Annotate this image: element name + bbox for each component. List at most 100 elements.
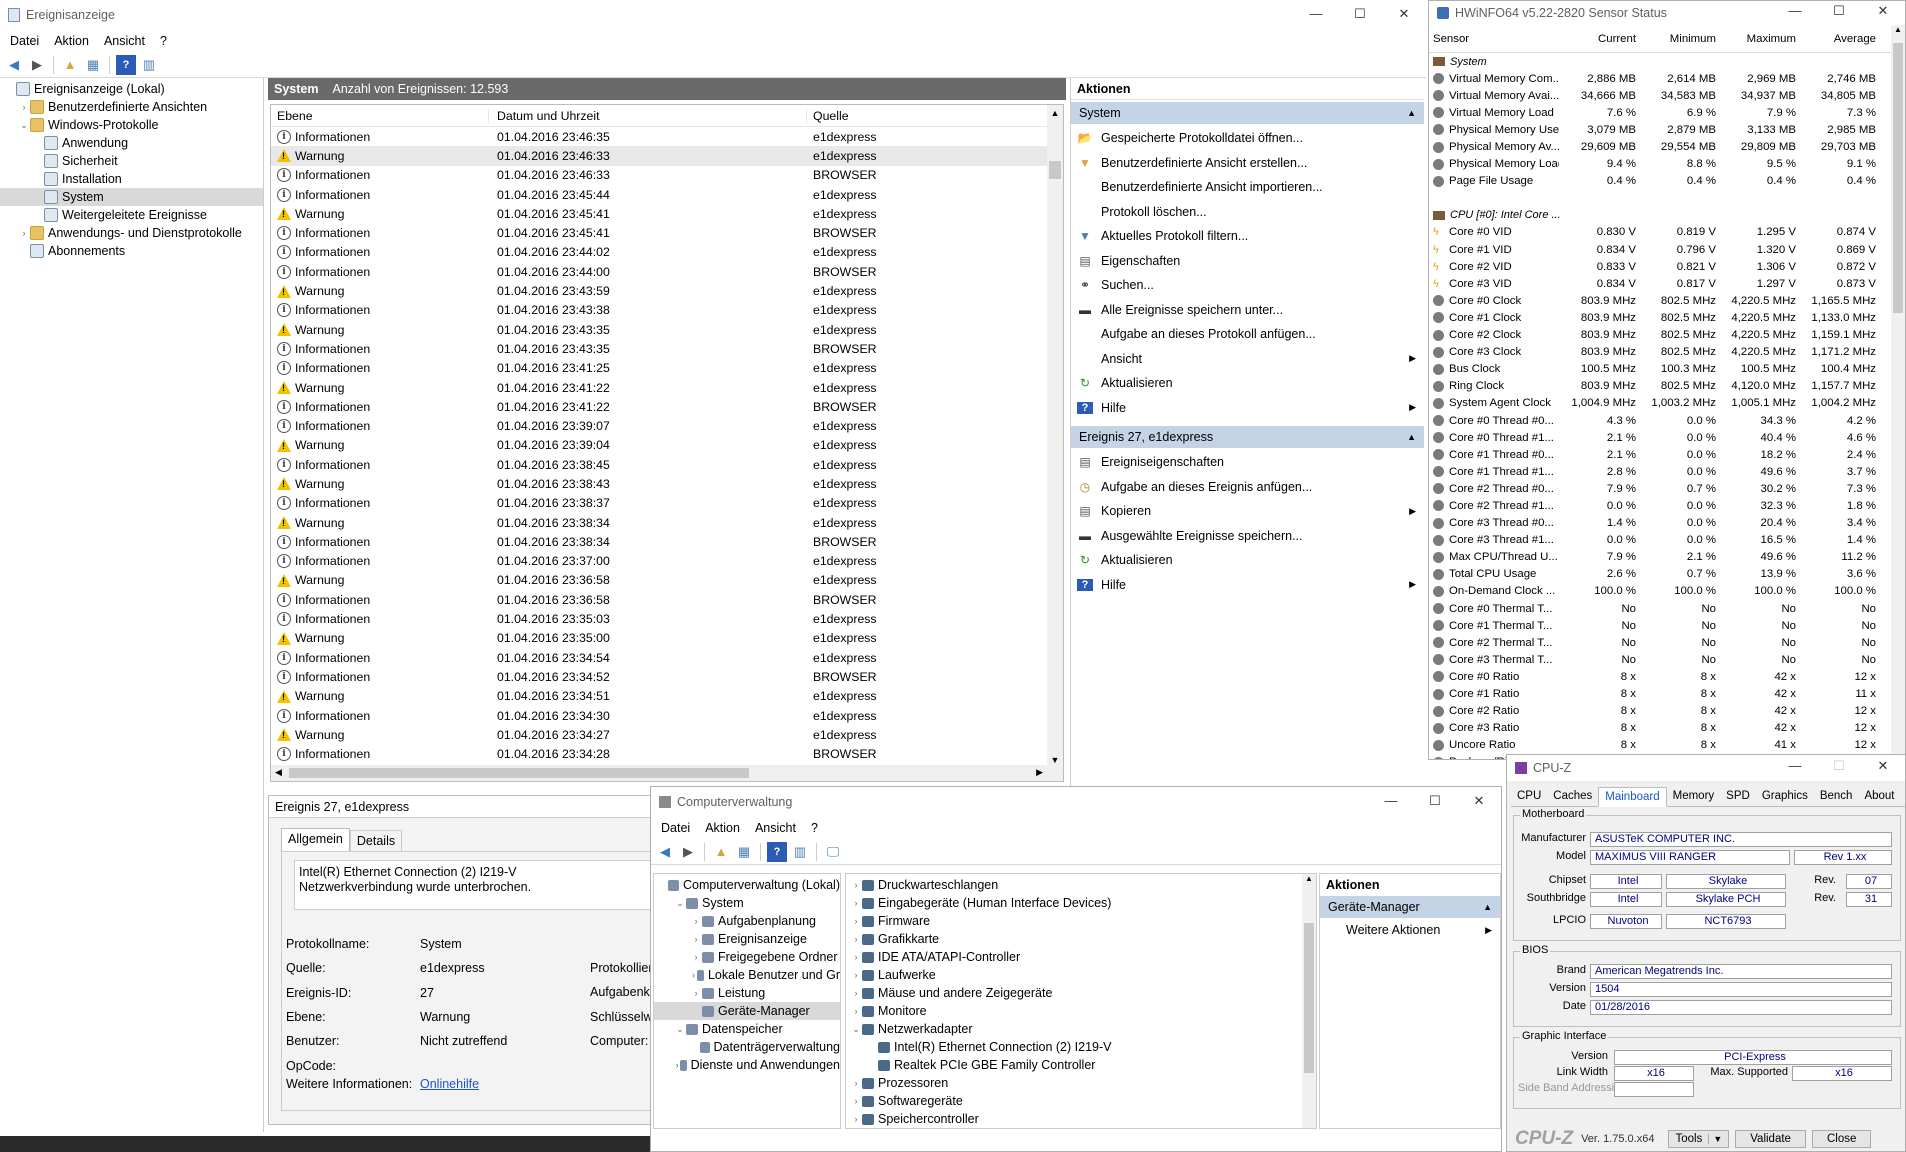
action-item[interactable]: Protokoll löschen... — [1071, 200, 1424, 225]
tree-item[interactable]: › Prozessoren — [846, 1074, 1316, 1092]
sensor-row[interactable]: Core #2 Thermal T... No No No No — [1429, 634, 1905, 651]
menu-help[interactable]: ? — [154, 34, 176, 48]
expand-chevron-icon[interactable]: › — [690, 984, 702, 1002]
expand-chevron-icon[interactable]: ⌄ — [850, 1020, 862, 1038]
maximize-button[interactable]: ☐ — [1817, 1, 1861, 25]
sensor-row[interactable]: ϟ Core #3 VID 0.834 V 0.817 V 1.297 V 0.873 V — [1429, 275, 1905, 292]
actions-section-system[interactable]: System ▲ — [1071, 102, 1424, 124]
expand-chevron-icon[interactable]: ⌄ — [674, 894, 686, 912]
close-button[interactable]: ✕ — [1861, 1, 1905, 25]
expand-chevron-icon[interactable]: › — [850, 930, 862, 948]
event-row[interactable]: i Informationen 01.04.2016 23:41:22 BROWSER — [271, 397, 1063, 416]
sensor-row[interactable]: Core #1 Clock 803.9 MHz 802.5 MHz 4,220.5 M… — [1429, 309, 1905, 326]
sensor-row[interactable]: Core #0 Thermal T... No No No No — [1429, 600, 1905, 617]
h-scroll-thumb[interactable] — [289, 768, 749, 778]
scroll-left-arrow-icon[interactable]: ◀ — [275, 767, 282, 778]
cpuz-tab[interactable]: Memory — [1667, 787, 1721, 806]
action-item[interactable]: ▼ Aktuelles Protokoll filtern... — [1071, 224, 1424, 249]
hwinfo-scrollbar[interactable]: ▲ — [1891, 25, 1905, 759]
sensor-row[interactable]: System Agent Clock 1,004.9 MHz 1,003.2 MHz… — [1429, 395, 1905, 412]
help-icon[interactable]: ? — [116, 54, 136, 75]
sensor-row[interactable]: Physical Memory Load 9.4 % 8.8 % 9.5 % 9.1 % — [1429, 156, 1905, 173]
action-item[interactable]: Aufgabe an dieses Protokoll anfügen... — [1071, 322, 1424, 347]
up-folder-icon[interactable]: ▲ — [60, 55, 80, 75]
action-item[interactable]: Benutzerdefinierte Ansicht importieren..… — [1071, 175, 1424, 200]
event-row[interactable]: Warnung 01.04.2016 23:38:34 e1dexpress — [271, 513, 1063, 532]
sensor-row[interactable]: System — [1429, 53, 1905, 70]
event-row[interactable]: i Informationen 01.04.2016 23:41:25 e1dexpr… — [271, 359, 1063, 378]
help-icon[interactable]: ? — [767, 841, 787, 862]
sensor-row[interactable]: Core #0 Ratio 8 x 8 x 42 x 12 x — [1429, 668, 1905, 685]
event-viewer-titlebar[interactable]: Ereignisanzeige — ☐ ✕ — [0, 0, 1426, 30]
tree-item[interactable]: Computerverwaltung (Lokal) — [654, 876, 840, 894]
tree-item[interactable]: Installation — [0, 170, 263, 188]
sensor-row[interactable]: Core #3 Thread #0... 1.4 % 0.0 % 20.4 % 3.4 … — [1429, 515, 1905, 532]
action-item[interactable]: Ansicht ▶ — [1071, 347, 1424, 372]
cpuz-tab[interactable]: Caches — [1547, 787, 1598, 806]
tree-item[interactable]: › Softwaregeräte — [846, 1092, 1316, 1110]
cm-titlebar[interactable]: Computerverwaltung — ☐ ✕ — [651, 787, 1501, 817]
close-button-cpuz[interactable]: Close — [1811, 1130, 1872, 1148]
column-quelle[interactable]: Quelle — [807, 109, 849, 123]
sensor-row[interactable]: Bus Clock 100.5 MHz 100.3 MHz 100.5 MHz 100.… — [1429, 361, 1905, 378]
sensor-row[interactable] — [1429, 190, 1905, 207]
device-list-scrollbar[interactable]: ▲ — [1302, 874, 1316, 1128]
sensor-row[interactable]: Core #1 Thread #1... 2.8 % 0.0 % 49.6 % 3.7 … — [1429, 463, 1905, 480]
scroll-up-arrow-icon[interactable]: ▲ — [1302, 874, 1316, 883]
sensor-row[interactable]: Core #2 Ratio 8 x 8 x 42 x 12 x — [1429, 703, 1905, 720]
show-hide-tree-icon[interactable]: ▦ — [83, 55, 103, 75]
forward-arrow-icon[interactable]: ▶ — [27, 55, 47, 75]
tree-item[interactable]: Intel(R) Ethernet Connection (2) I219-V — [846, 1038, 1316, 1056]
expand-chevron-icon[interactable]: › — [850, 894, 862, 912]
sensor-row[interactable]: Core #0 Thread #0... 4.3 % 0.0 % 34.3 % 4.2 … — [1429, 412, 1905, 429]
sensor-row[interactable]: Virtual Memory Avai... 34,666 MB 34,583 MB… — [1429, 87, 1905, 104]
expand-chevron-icon[interactable]: › — [690, 912, 702, 930]
event-row[interactable]: Warnung 01.04.2016 23:43:35 e1dexpress — [271, 320, 1063, 339]
tree-item[interactable]: › Aufgabenplanung — [654, 912, 840, 930]
sensor-row[interactable]: Core #2 Thread #0... 7.9 % 0.7 % 30.2 % 7.3 … — [1429, 480, 1905, 497]
event-row[interactable]: i Informationen 01.04.2016 23:37:00 e1dexpr… — [271, 552, 1063, 571]
menu-aktion[interactable]: Aktion — [699, 821, 749, 835]
sensor-row[interactable]: CPU [#0]: Intel Core ... — [1429, 207, 1905, 224]
expand-chevron-icon[interactable]: › — [850, 1092, 862, 1110]
tree-item[interactable]: Ereignisanzeige (Lokal) — [0, 80, 263, 98]
expand-chevron-icon[interactable]: › — [690, 948, 702, 966]
expand-chevron-icon[interactable]: › — [18, 224, 30, 242]
actions-section-event[interactable]: Ereignis 27, e1dexpress ▲ — [1071, 426, 1424, 448]
col-sensor[interactable]: Sensor — [1429, 33, 1559, 45]
sensor-row[interactable]: Core #0 Thread #1... 2.1 % 0.0 % 40.4 % 4.6 … — [1429, 429, 1905, 446]
expand-chevron-icon[interactable]: › — [850, 948, 862, 966]
sensor-row[interactable]: Core #3 Thermal T... No No No No — [1429, 651, 1905, 668]
sensor-row[interactable]: Uncore Ratio 8 x 8 x 41 x 12 x — [1429, 737, 1905, 754]
menu-ansicht[interactable]: Ansicht — [749, 821, 805, 835]
event-row[interactable]: i Informationen 01.04.2016 23:44:00 BROWSER — [271, 262, 1063, 281]
tree-item[interactable]: › Speichercontroller — [846, 1110, 1316, 1128]
sensor-row[interactable]: Physical Memory Av... 29,609 MB 29,554 MB 2… — [1429, 138, 1905, 155]
sensor-row[interactable]: Core #3 Ratio 8 x 8 x 42 x 12 x — [1429, 720, 1905, 737]
tree-item[interactable]: › Benutzerdefinierte Ansichten — [0, 98, 263, 116]
event-row[interactable]: Warnung 01.04.2016 23:46:33 e1dexpress — [271, 146, 1063, 166]
maximize-button[interactable]: ☐ — [1338, 0, 1382, 30]
action-item[interactable]: ? Hilfe ▶ — [1071, 573, 1424, 598]
sensor-row[interactable]: Virtual Memory Load 7.6 % 6.9 % 7.9 % 7.3 % — [1429, 104, 1905, 121]
tree-item[interactable]: › Freigegebene Ordner — [654, 948, 840, 966]
event-row[interactable]: Warnung 01.04.2016 23:35:00 e1dexpress — [271, 629, 1063, 648]
event-row[interactable]: Warnung 01.04.2016 23:39:04 e1dexpress — [271, 436, 1063, 455]
col-average[interactable]: Average — [1802, 33, 1882, 45]
action-item[interactable]: ↻ Aktualisieren — [1071, 548, 1424, 573]
monitor-icon[interactable]: 🖵 — [823, 842, 843, 862]
sensor-row[interactable]: Virtual Memory Com... 2,886 MB 2,614 MB 2,9… — [1429, 70, 1905, 87]
tree-item[interactable]: › Druckwarteschlangen — [846, 876, 1316, 894]
sensor-row[interactable]: Page File Usage 0.4 % 0.4 % 0.4 % 0.4 % — [1429, 173, 1905, 190]
properties-pane-icon[interactable]: ▥ — [139, 55, 159, 75]
sensor-row[interactable]: Max CPU/Thread U... 7.9 % 2.1 % 49.6 % 11.2 … — [1429, 549, 1905, 566]
sensor-row[interactable]: Ring Clock 803.9 MHz 802.5 MHz 4,120.0 MHz 1… — [1429, 378, 1905, 395]
maximize-button[interactable]: ☐ — [1817, 755, 1861, 781]
sensor-row[interactable]: Physical Memory Used 3,079 MB 2,879 MB 3,13… — [1429, 121, 1905, 138]
tree-item[interactable]: › Eingabegeräte (Human Interface Devices) — [846, 894, 1316, 912]
expand-chevron-icon[interactable]: › — [690, 930, 702, 948]
action-item[interactable]: 📂 Gespeicherte Protokolldatei öffnen... — [1071, 126, 1424, 151]
sensor-row[interactable]: Core #1 Ratio 8 x 8 x 42 x 11 x — [1429, 685, 1905, 702]
sensor-row[interactable]: Core #2 Clock 803.9 MHz 802.5 MHz 4,220.5 M… — [1429, 327, 1905, 344]
tree-item[interactable]: › Lokale Benutzer und Gr — [654, 966, 840, 984]
